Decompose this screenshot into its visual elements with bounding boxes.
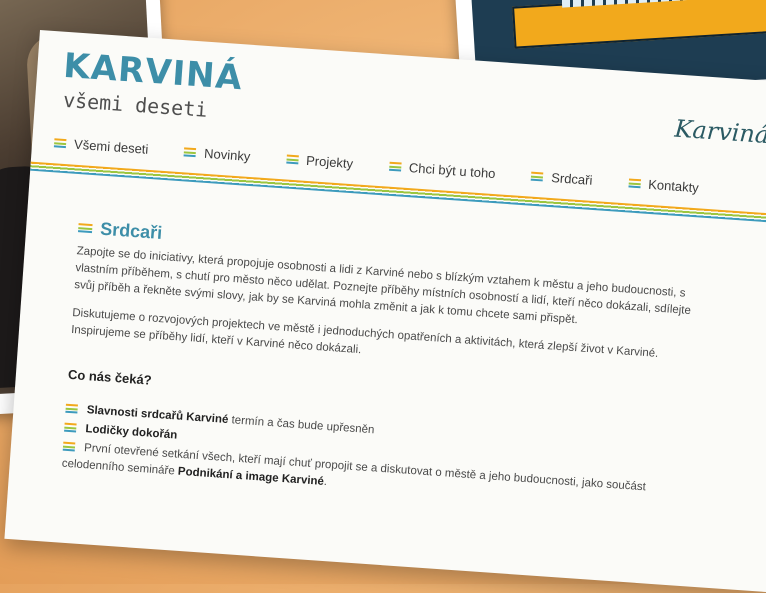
nav-item-novinky[interactable]: Novinky [183,144,251,164]
nav-item-vsemi-deseti[interactable]: Všemi deseti [53,135,149,157]
nav-item-srdcari[interactable]: Srdcaři [531,169,593,188]
menu-bars-icon [183,147,197,158]
nav-item-projekty[interactable]: Projekty [285,152,354,172]
menu-bars-icon [62,442,76,452]
nav-item-kontakty[interactable]: Kontakty [627,175,700,196]
page-title-text: Srdcaři [99,218,163,244]
menu-bars-icon [531,171,544,182]
menu-bars-icon [53,138,67,149]
nav-item-label: Projekty [305,152,354,172]
menu-bars-icon [64,423,77,433]
nav-item-label: Srdcaři [550,170,593,188]
nav-item-label: Chci být u toho [408,160,496,182]
menu-bars-icon [285,154,299,165]
nav-item-chci-byt-u-toho[interactable]: Chci být u toho [388,159,496,181]
corner-logo: Karviná [673,114,766,150]
webpage-card: KARVINÁ všemi deseti Karviná Všemi deset… [4,30,766,593]
events-list: Slavnosti srdcařů Karviné termín a čas b… [61,401,685,518]
nav-item-label: Kontakty [647,176,700,196]
page-title: Srdcaři [77,217,163,244]
menu-bars-icon [65,404,78,415]
event-name[interactable]: Lodičky dokořán [85,423,178,441]
menu-bars-icon [77,223,93,234]
menu-bars-icon [388,161,402,172]
events-heading: Co nás čeká? [67,366,153,388]
menu-bars-icon [627,178,641,189]
nav-item-label: Novinky [203,145,251,164]
nav-item-label: Všemi deseti [73,136,149,157]
event-detail-tail: . [323,475,328,489]
